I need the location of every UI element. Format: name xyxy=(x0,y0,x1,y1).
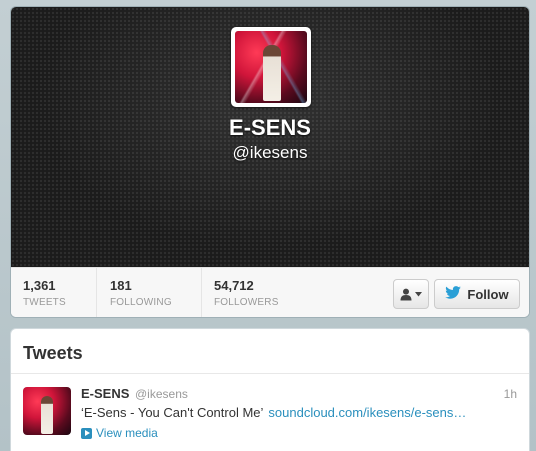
tweets-timeline: Tweets E-SENS @ikesens 1h ‘E-Sens - You … xyxy=(10,328,530,451)
profile-stats-bar: 1,361 TWEETS 181 FOLLOWING 54,712 FOLLOW… xyxy=(11,267,529,317)
view-media-label: View media xyxy=(96,426,158,440)
tweet-link[interactable]: soundcloud.com/ikesens/e-sens… xyxy=(268,405,466,420)
profile-header: E-SENS @ikesens xyxy=(11,7,529,267)
profile-avatar[interactable] xyxy=(231,27,311,107)
play-icon xyxy=(81,427,92,439)
caret-down-icon xyxy=(415,291,422,297)
follow-button-label: Follow xyxy=(467,286,509,302)
profile-screen-name: @ikesens xyxy=(232,143,308,162)
stat-followers-value: 54,712 xyxy=(214,278,254,293)
tweet-avatar[interactable] xyxy=(23,387,71,435)
stat-following[interactable]: 181 FOLLOWING xyxy=(110,278,172,312)
stat-following-value: 181 xyxy=(110,278,132,293)
user-actions-dropdown[interactable] xyxy=(393,279,429,309)
tweet-author-name[interactable]: E-SENS xyxy=(81,386,129,401)
stat-tweets[interactable]: 1,361 TWEETS xyxy=(23,278,66,312)
view-media-link[interactable]: View media xyxy=(81,426,158,440)
tweet-timestamp[interactable]: 1h xyxy=(504,387,517,401)
stat-tweets-label: TWEETS xyxy=(23,297,66,308)
stat-followers-label: FOLLOWERS xyxy=(214,297,279,308)
twitter-bird-icon xyxy=(445,286,462,302)
tweet-author-handle[interactable]: @ikesens xyxy=(135,387,188,401)
profile-card: E-SENS @ikesens 1,361 TWEETS 181 FOLLOWI… xyxy=(10,6,530,318)
tweets-heading: Tweets xyxy=(23,343,83,363)
profile-display-name: E-SENS xyxy=(229,115,311,140)
stat-divider xyxy=(96,268,97,317)
person-icon xyxy=(400,288,412,301)
stat-following-label: FOLLOWING xyxy=(110,297,172,308)
avatar-image xyxy=(235,31,307,103)
stat-followers[interactable]: 54,712 FOLLOWERS xyxy=(214,278,279,312)
tweet-text: ‘E-Sens - You Can't Control Me’ soundclou… xyxy=(81,405,519,420)
stat-tweets-value: 1,361 xyxy=(23,278,56,293)
tweet-body: ‘E-Sens - You Can't Control Me’ xyxy=(81,405,264,420)
divider xyxy=(11,373,529,374)
stat-divider xyxy=(201,268,202,317)
follow-button[interactable]: Follow xyxy=(434,279,520,309)
